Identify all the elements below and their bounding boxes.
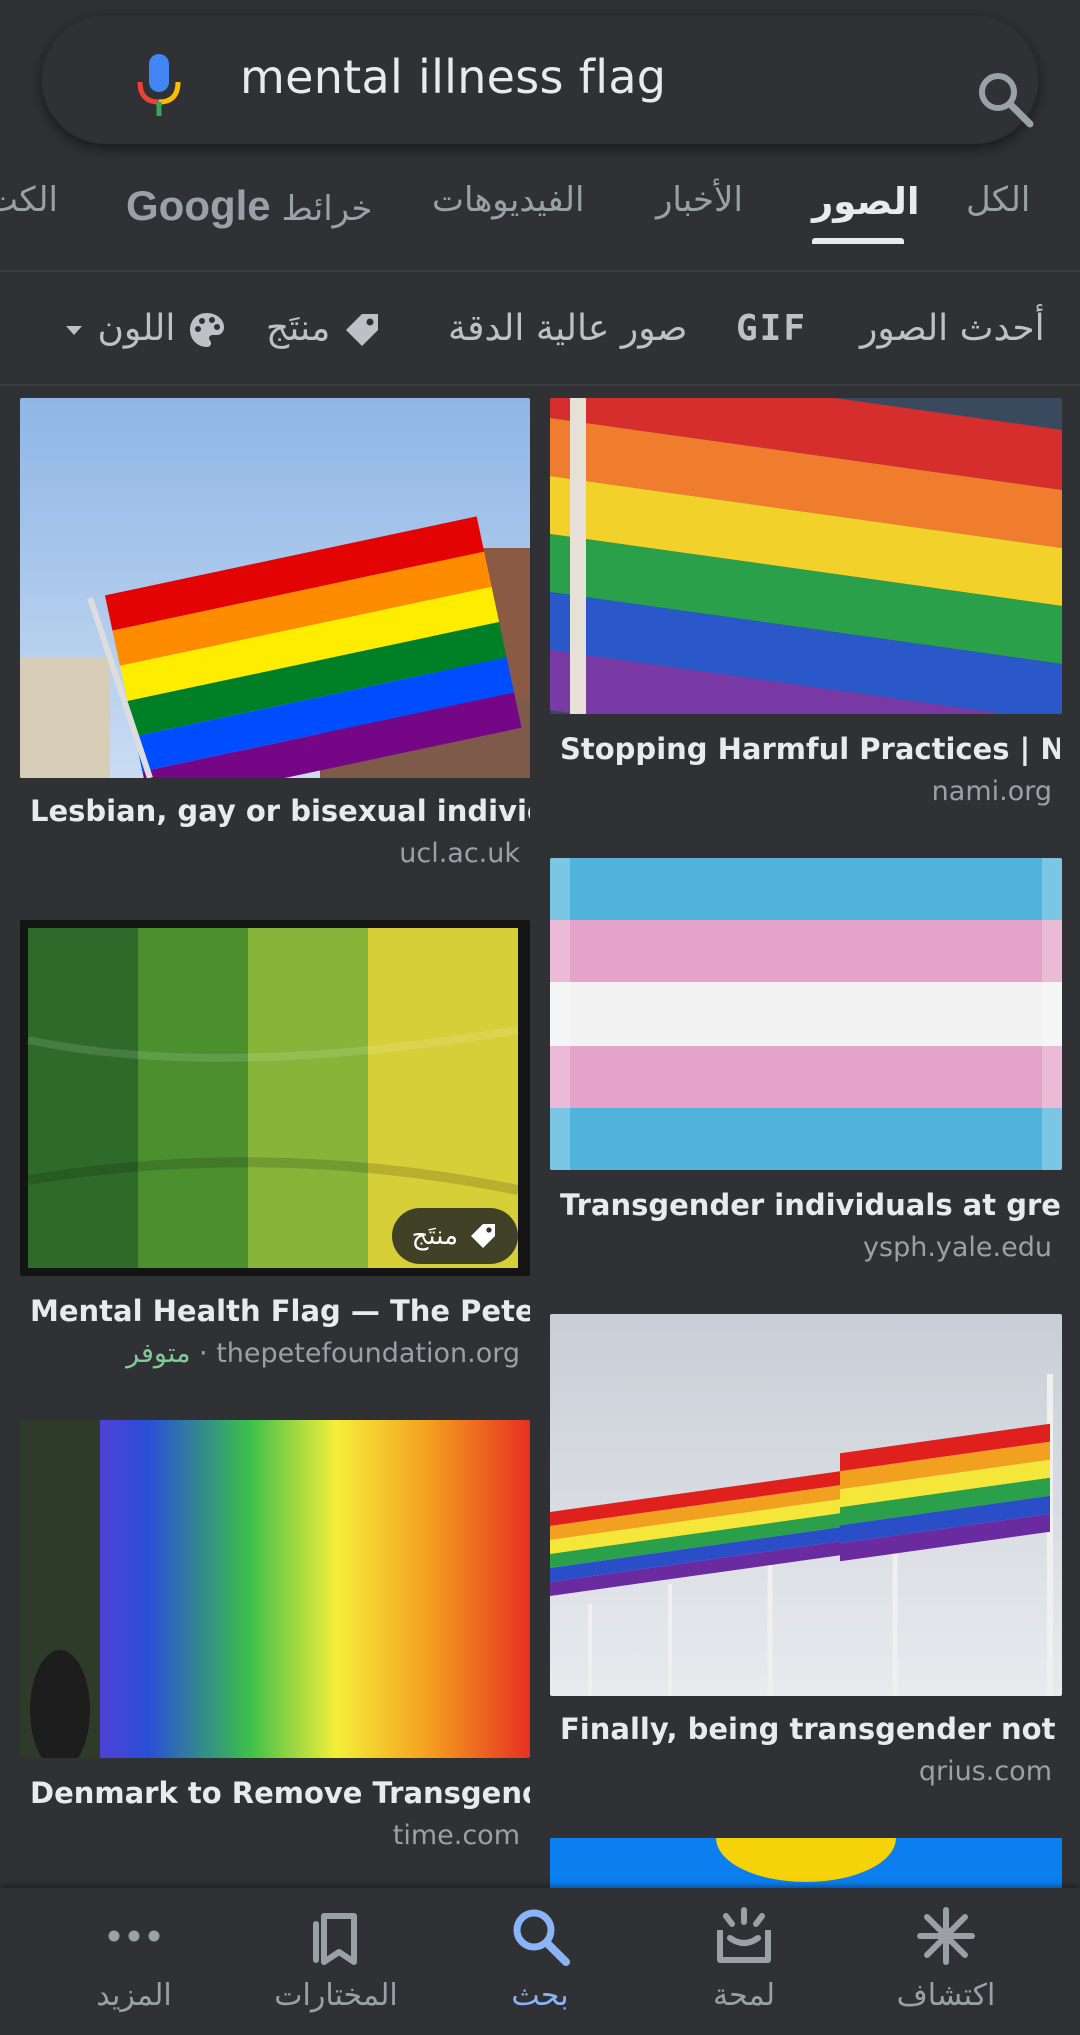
palette-icon (189, 313, 224, 347)
divider (0, 384, 1080, 386)
nav-snapshot-label: لمحة (713, 1978, 775, 2013)
nav-search-label: بحث (511, 1978, 569, 2013)
filter-color-label: اللون (97, 308, 176, 349)
tab-images[interactable]: الصور (812, 180, 920, 223)
filter-hd[interactable]: صور عالية الدقة (448, 308, 687, 349)
nav-collections[interactable]: المختارات (236, 1904, 436, 2013)
mic-icon[interactable] (132, 54, 186, 118)
snapshot-icon (717, 1907, 771, 1963)
result-title[interactable]: Denmark to Remove Transgend... (30, 1776, 530, 1810)
result-source: ucl.ac.uk (399, 838, 520, 869)
result-image[interactable] (550, 398, 1062, 714)
result-image[interactable] (20, 1420, 530, 1758)
tab-google-maps[interactable]: Google خرائط (126, 182, 372, 230)
more-icon (108, 1930, 160, 1942)
tab-videos[interactable]: الفيديوهات (432, 180, 584, 220)
result-source: nami.org (931, 776, 1052, 807)
bookmarks-icon (313, 1913, 357, 1965)
result-card[interactable]: منتَج Mental Health Flag — The Pete ... … (20, 920, 530, 1370)
divider (0, 270, 1080, 272)
result-image[interactable] (550, 1838, 1062, 1888)
availability-label: متوفر (126, 1338, 191, 1369)
nav-more-label: المزيد (96, 1978, 172, 2013)
search-tabs: الكل الصور الأخبار الفيديوهات Google خرا… (0, 160, 1080, 270)
result-title[interactable]: Transgender individuals at grea... (560, 1188, 1060, 1222)
tab-books[interactable]: الكت (0, 180, 58, 220)
filter-recent[interactable]: أحدث الصور (860, 308, 1045, 349)
filter-color[interactable]: اللون (62, 308, 227, 350)
result-card[interactable]: Stopping Harmful Practices | N... nami.o… (550, 398, 1062, 828)
result-image[interactable] (550, 858, 1062, 1170)
result-source: time.com (392, 1820, 520, 1851)
result-card-partial[interactable] (550, 1838, 1062, 1888)
result-source: qrius.com (918, 1756, 1052, 1787)
nav-discover-label: اكتشاف (896, 1978, 996, 2013)
result-source: ysph.yale.edu (863, 1232, 1052, 1263)
nav-search[interactable]: بحث (440, 1904, 640, 2013)
search-icon[interactable] (976, 70, 1034, 128)
filter-product[interactable]: منتَج (266, 308, 382, 350)
asterisk-icon (917, 1907, 975, 1965)
result-source: متوفر · thepetefoundation.org (126, 1338, 520, 1369)
result-title[interactable]: Finally, being transgender not a ... (560, 1712, 1060, 1746)
nav-more[interactable]: المزيد (34, 1904, 234, 2013)
result-title[interactable]: Mental Health Flag — The Pete ... (30, 1294, 530, 1328)
product-badge-label: منتَج (411, 1221, 458, 1251)
search-input[interactable]: mental illness flag (240, 50, 666, 104)
result-title[interactable]: Stopping Harmful Practices | N... (560, 732, 1060, 766)
result-card[interactable]: Lesbian, gay or bisexual individ... ucl.… (20, 398, 530, 878)
filter-gif[interactable]: GIF (736, 308, 807, 349)
search-bar[interactable]: mental illness flag (42, 16, 1038, 144)
active-tab-indicator (812, 238, 904, 244)
result-title[interactable]: Lesbian, gay or bisexual individ... (30, 794, 530, 828)
nav-discover[interactable]: اكتشاف (846, 1904, 1046, 2013)
product-badge: منتَج (391, 1208, 518, 1264)
tab-google-maps-label: خرائط (281, 189, 373, 229)
nav-collections-label: المختارات (274, 1978, 398, 2013)
tag-icon (471, 1224, 495, 1248)
result-card[interactable]: Finally, being transgender not a ... qri… (550, 1314, 1062, 1794)
chevron-down-icon (66, 326, 82, 335)
result-image[interactable] (20, 398, 530, 778)
result-card[interactable]: Denmark to Remove Transgend... time.com (20, 1420, 530, 1860)
tab-news[interactable]: الأخبار (656, 180, 743, 220)
tag-icon (345, 314, 378, 346)
nav-snapshot[interactable]: لمحة (644, 1904, 844, 2013)
search-icon (513, 1909, 570, 1966)
filter-chips: أحدث الصور GIF صور عالية الدقة منتَج الل… (0, 286, 1080, 382)
result-source-domain: thepetefoundation.org (216, 1338, 520, 1369)
bottom-navigation: اكتشاف لمحة بحث المختارات المزيد (0, 1888, 1080, 2035)
result-image[interactable]: منتَج (20, 920, 530, 1276)
result-image[interactable] (550, 1314, 1062, 1696)
tab-google-maps-brand: Google (126, 182, 271, 229)
filter-product-label: منتَج (266, 308, 331, 349)
tab-all[interactable]: الكل (966, 180, 1030, 220)
result-card[interactable]: Transgender individuals at grea... ysph.… (550, 858, 1062, 1278)
